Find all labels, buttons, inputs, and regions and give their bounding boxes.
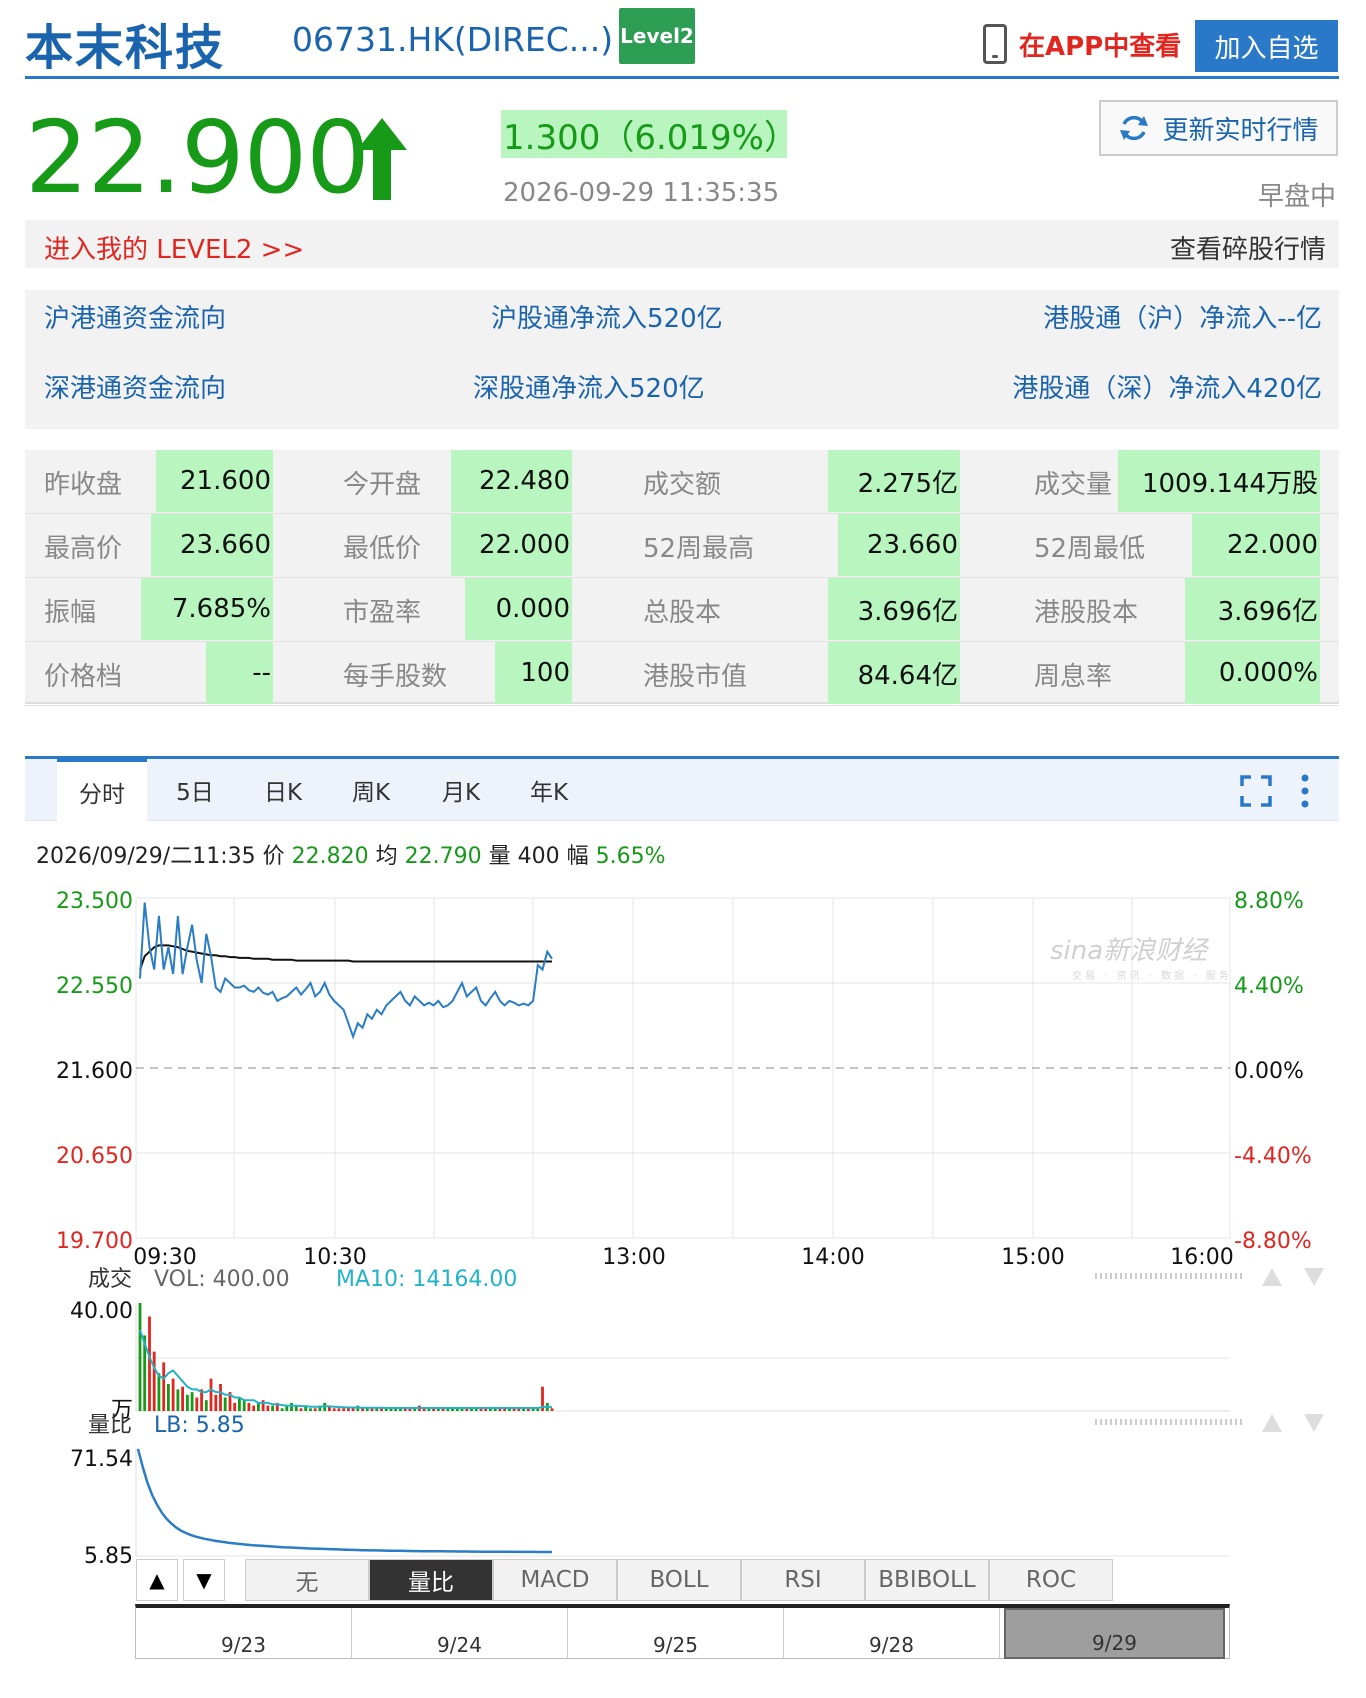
indicator-bbiboll-button[interactable]: BBIBOLL <box>865 1559 989 1601</box>
panel-up-icon <box>1262 1414 1282 1432</box>
x-tick-label: 14:00 <box>801 1245 864 1270</box>
volume-bar <box>214 1394 218 1411</box>
volume-bar <box>342 1408 345 1411</box>
volume-bar <box>195 1397 199 1411</box>
volume-bar <box>290 1402 293 1411</box>
y-right-tick-label: 8.80% <box>1234 889 1304 914</box>
volume-bar <box>261 1400 265 1411</box>
y-left-tick-label: 19.700 <box>56 1229 133 1254</box>
indicator-volume-ratio-button[interactable]: 量比 <box>369 1559 493 1601</box>
volume-bar <box>176 1389 180 1411</box>
panel-up-icon <box>1262 1268 1282 1286</box>
volume-bar <box>157 1373 161 1411</box>
volume-bar <box>247 1402 251 1411</box>
volume-bar <box>138 1303 142 1411</box>
indicator-rsi-button[interactable]: RSI <box>741 1559 865 1601</box>
ratio-lb-text: LB: 5.85 <box>154 1413 245 1438</box>
volume-bar <box>167 1384 170 1411</box>
volume-bar <box>233 1402 237 1411</box>
volume-bar <box>219 1384 222 1411</box>
y-right-tick-label: -4.40% <box>1234 1144 1312 1169</box>
volume-bar <box>171 1378 175 1411</box>
y-right-tick-label: 0.00% <box>1234 1059 1304 1084</box>
volume-bar <box>257 1402 260 1411</box>
volume-ma-text: MA10: 14164.00 <box>336 1267 517 1292</box>
ratio-max-label: 71.54 <box>70 1447 133 1472</box>
y-left-tick-label: 20.650 <box>56 1144 133 1169</box>
ratio-title: 量比 <box>88 1413 132 1438</box>
date-timeline[interactable]: 9/23 9/24 9/25 9/28 9/29 <box>135 1604 1230 1659</box>
timeline-day[interactable]: 9/23 <box>136 1608 352 1659</box>
y-left-tick-label: 21.600 <box>56 1059 133 1084</box>
y-left-tick-label: 23.500 <box>56 889 133 914</box>
timeline-day[interactable]: 9/25 <box>568 1608 784 1659</box>
volume-bar <box>299 1408 303 1411</box>
volume-bar <box>181 1386 184 1411</box>
volume-bar <box>337 1408 341 1411</box>
volume-bar <box>223 1397 227 1411</box>
avg-price-line <box>139 944 552 970</box>
volume-bar <box>252 1405 256 1411</box>
indicator-roc-button[interactable]: ROC <box>989 1559 1113 1601</box>
x-tick-label: 13:00 <box>602 1245 665 1270</box>
panel-down-icon <box>1304 1414 1324 1432</box>
scroll-up-button[interactable]: ▲ <box>136 1559 178 1601</box>
volume-bar <box>309 1408 312 1411</box>
volume-bar <box>162 1362 166 1411</box>
volume-title: 成交 <box>88 1267 132 1292</box>
x-tick-label: 15:00 <box>1001 1245 1064 1270</box>
volume-bar <box>347 1408 350 1411</box>
volume-max-label: 40.00 <box>70 1299 133 1324</box>
scroll-down-button[interactable]: ▼ <box>183 1559 225 1601</box>
sina-watermark-sub: 交易 · 资讯 · 数据 · 服务 <box>1072 971 1232 982</box>
volume-ratio-line <box>136 1448 552 1554</box>
volume-bar <box>313 1408 317 1411</box>
indicator-boll-button[interactable]: BOLL <box>617 1559 741 1601</box>
volume-bar <box>351 1408 355 1411</box>
indicator-none-button[interactable]: 无 <box>245 1559 369 1601</box>
volume-bar <box>204 1400 208 1411</box>
volume-bar <box>550 1408 554 1411</box>
volume-bar <box>186 1394 189 1411</box>
price-line <box>139 902 553 1040</box>
indicator-macd-button[interactable]: MACD <box>493 1559 617 1601</box>
panel-down-icon <box>1304 1268 1324 1286</box>
sina-watermark-logo: sina新浪财经 <box>1050 936 1208 966</box>
volume-bar <box>242 1400 246 1411</box>
volume-vol-text: VOL: 400.00 <box>154 1267 290 1292</box>
volume-bar <box>152 1351 156 1411</box>
volume-bar <box>148 1316 151 1411</box>
volume-bar <box>266 1405 270 1411</box>
ratio-min-label: 5.85 <box>84 1544 133 1569</box>
x-tick-label: 16:00 <box>1170 1245 1233 1270</box>
volume-bar <box>190 1392 194 1411</box>
volume-bar <box>271 1405 274 1411</box>
volume-bar <box>280 1408 284 1411</box>
intraday-chart[interactable]: 23.500 22.550 21.600 20.650 19.700 8.80% 4.40%… <box>0 0 1366 1698</box>
timeline-day-selected[interactable]: 9/29 <box>1004 1608 1225 1659</box>
y-right-tick-label: -8.80% <box>1234 1229 1312 1254</box>
y-left-tick-label: 22.550 <box>56 974 133 999</box>
timeline-day[interactable]: 9/28 <box>784 1608 1000 1659</box>
volume-bar <box>332 1408 336 1411</box>
volume-bar <box>209 1378 213 1411</box>
volume-bar <box>238 1397 241 1411</box>
timeline-day[interactable]: 9/24 <box>352 1608 568 1659</box>
y-right-tick-label: 4.40% <box>1234 974 1304 999</box>
